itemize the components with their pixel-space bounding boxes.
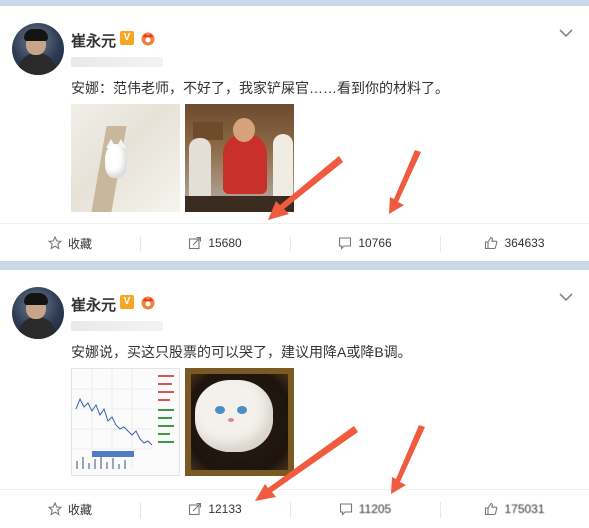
comment-icon — [339, 237, 352, 250]
comment-count: 10766 — [358, 236, 392, 250]
post-action-bar: 收藏 15680 10766 364633 — [0, 223, 589, 262]
avatar[interactable] — [12, 23, 64, 75]
post-timestamp-blurred — [71, 57, 163, 67]
verified-badge-icon: V — [120, 31, 134, 45]
repost-button[interactable]: 12133 — [140, 490, 290, 528]
comment-count: 11205 — [358, 502, 392, 516]
share-icon — [189, 502, 202, 516]
like-button[interactable]: 364633 — [440, 224, 589, 262]
favorite-label: 收藏 — [67, 236, 92, 251]
share-icon — [189, 236, 202, 250]
weibo-post-card: 崔永元 V 安娜：范伟老师，不好了，我家铲屎官……看到你的材料了。 收藏 156… — [0, 6, 589, 261]
post-action-bar: 收藏 12133 11205 175031 — [0, 489, 589, 528]
comment-icon — [339, 503, 352, 516]
weibo-post-card: 崔永元 V 安娜说，买这只股票的可以哭了，建议用降A或降B调。 收藏 12133… — [0, 270, 589, 528]
post-image-stock-chart[interactable] — [71, 368, 180, 476]
post-image-kungfu-scene[interactable] — [185, 104, 294, 212]
chevron-down-icon[interactable] — [559, 28, 573, 38]
comment-button[interactable]: 11205 — [290, 490, 440, 528]
star-icon — [47, 236, 62, 250]
like-count: 175031 — [504, 502, 545, 516]
member-crown-icon — [141, 296, 155, 310]
repost-count: 15680 — [208, 236, 242, 250]
username[interactable]: 崔永元 — [71, 294, 116, 315]
star-icon — [47, 502, 62, 516]
stock-chart-thumbnail — [72, 369, 174, 469]
post-timestamp-blurred — [71, 321, 163, 331]
post-image-white-cat[interactable] — [185, 368, 294, 476]
repost-button[interactable]: 15680 — [140, 224, 290, 262]
favorite-button[interactable]: 收藏 — [0, 490, 140, 528]
thumbs-up-icon — [485, 502, 498, 516]
like-button[interactable]: 175031 — [440, 490, 589, 528]
like-count: 364633 — [504, 236, 545, 250]
favorite-label: 收藏 — [67, 502, 92, 517]
favorite-button[interactable]: 收藏 — [0, 224, 140, 262]
post-image-cat-board[interactable] — [71, 104, 180, 212]
repost-count: 12133 — [208, 502, 242, 516]
post-text: 安娜：范伟老师，不好了，我家铲屎官……看到你的材料了。 — [71, 80, 449, 96]
member-crown-icon — [141, 32, 155, 46]
verified-badge-icon: V — [120, 295, 134, 309]
chevron-down-icon[interactable] — [559, 292, 573, 302]
comment-button[interactable]: 10766 — [290, 224, 440, 262]
avatar[interactable] — [12, 287, 64, 339]
post-text: 安娜说，买这只股票的可以哭了，建议用降A或降B调。 — [71, 344, 412, 360]
username[interactable]: 崔永元 — [71, 30, 116, 51]
thumbs-up-icon — [485, 236, 498, 250]
